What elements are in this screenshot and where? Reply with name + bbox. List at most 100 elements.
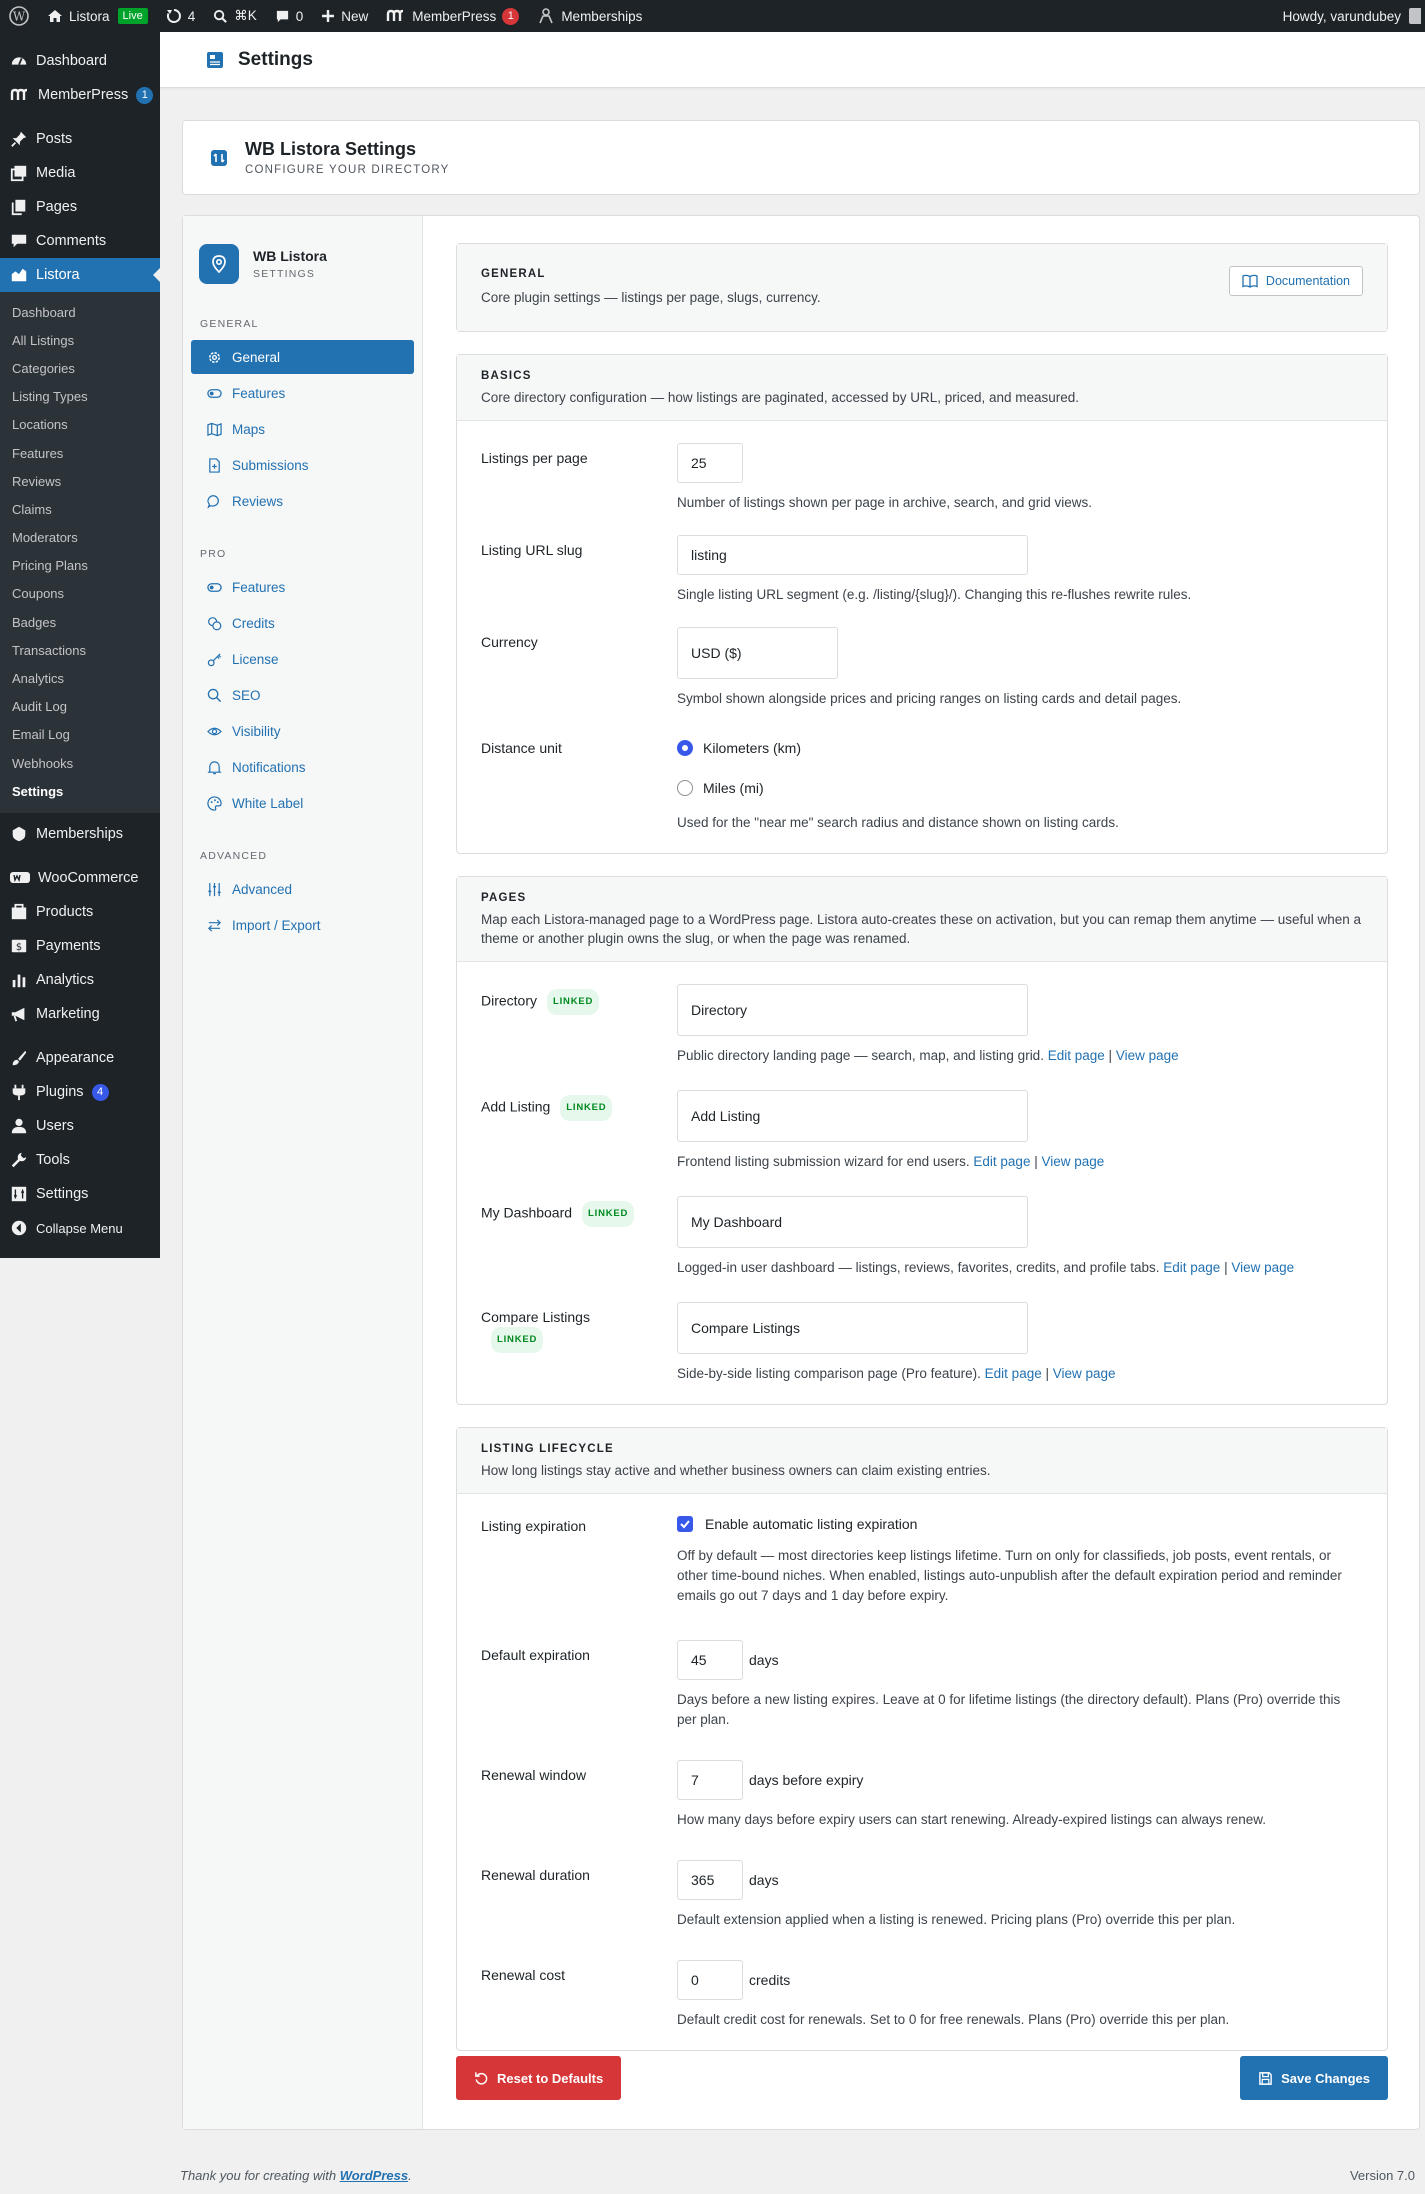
menu-item-tools[interactable]: Tools — [0, 1143, 160, 1177]
edit-page-link[interactable]: Edit page — [973, 1154, 1030, 1169]
url-slug-input[interactable]: listing — [677, 535, 1028, 575]
renewal-window-input[interactable]: 7 — [677, 1760, 743, 1800]
expiration-checkbox[interactable] — [677, 1516, 693, 1532]
expiration-checkbox-row[interactable]: Enable automatic listing expiration — [677, 1516, 1363, 1532]
submenu-pricing-plans[interactable]: Pricing Plans — [0, 552, 160, 580]
view-page-link[interactable]: View page — [1053, 1366, 1116, 1381]
menu-item-media[interactable]: Media — [0, 156, 160, 190]
renewal-window-help: How many days before expiry users can st… — [677, 1812, 1267, 1827]
menu-item-pages[interactable]: Pages — [0, 190, 160, 224]
menu-item-comments[interactable]: Comments — [0, 224, 160, 258]
menu-item-products[interactable]: Products — [0, 895, 160, 929]
edit-page-link[interactable]: Edit page — [1048, 1048, 1105, 1063]
submenu-dashboard[interactable]: Dashboard — [0, 298, 160, 326]
site-name-link[interactable]: Listora Live — [38, 0, 157, 32]
menu-item-settings[interactable]: Settings — [0, 1177, 160, 1211]
menu-item-posts[interactable]: Posts — [0, 122, 160, 156]
submenu-settings[interactable]: Settings — [0, 777, 160, 805]
my-account-link[interactable]: Howdy, varundubey — [1283, 0, 1425, 32]
footer-version: Version 7.0 — [1349, 2168, 1415, 2183]
updates-count: 4 — [187, 8, 196, 24]
nav-item-reviews[interactable]: Reviews — [191, 484, 414, 518]
nav-item-seo[interactable]: SEO — [191, 678, 414, 712]
menu-item-memberships[interactable]: Memberships — [0, 817, 160, 851]
wordpress-logo-icon[interactable]: W — [0, 0, 38, 32]
view-page-link[interactable]: View page — [1231, 1260, 1294, 1275]
memberships-icon — [539, 8, 554, 24]
nav-group-general: GENERAL — [200, 318, 259, 330]
nav-item-pro-features[interactable]: Features — [191, 570, 414, 604]
default-expiration-input[interactable]: 45 — [677, 1640, 743, 1680]
submenu-moderators[interactable]: Moderators — [0, 524, 160, 552]
listings-per-page-input[interactable]: 25 — [677, 443, 743, 483]
nav-item-notifications[interactable]: Notifications — [191, 750, 414, 784]
radio-button-km[interactable] — [677, 740, 693, 756]
submenu-reviews[interactable]: Reviews — [0, 467, 160, 495]
new-content-link[interactable]: New — [312, 0, 377, 32]
submenu-listing-types[interactable]: Listing Types — [0, 383, 160, 411]
page-select-directory[interactable]: Directory — [677, 984, 1028, 1036]
memberpress-link[interactable]: MemberPress 1 — [377, 0, 528, 32]
memberships-icon — [12, 827, 26, 842]
radio-kilometers[interactable]: Kilometers (km) — [677, 735, 1363, 761]
radio-miles[interactable]: Miles (mi) — [677, 775, 1363, 801]
wordpress-link[interactable]: WordPress — [340, 2168, 408, 2183]
reset-defaults-button[interactable]: Reset to Defaults — [456, 2056, 622, 2100]
nav-item-license[interactable]: License — [191, 642, 414, 676]
command-search-link[interactable]: ⌘K — [204, 0, 266, 32]
edit-page-link[interactable]: Edit page — [985, 1366, 1042, 1381]
menu-item-analytics[interactable]: Analytics — [0, 963, 160, 997]
view-page-link[interactable]: View page — [1116, 1048, 1179, 1063]
submenu-features[interactable]: Features — [0, 439, 160, 467]
submenu-all-listings[interactable]: All Listings — [0, 326, 160, 354]
menu-item-dashboard[interactable]: Dashboard — [0, 44, 160, 78]
menu-item-listora[interactable]: Listora — [0, 258, 160, 292]
row-distance-unit: Distance unit Kilometers (km) Miles (mi)… — [481, 733, 1363, 833]
woocommerce-icon — [10, 872, 30, 884]
updates-link[interactable]: 4 — [157, 0, 205, 32]
submenu-transactions[interactable]: Transactions — [0, 636, 160, 664]
nav-item-general[interactable]: General — [191, 340, 414, 374]
edit-page-link[interactable]: Edit page — [1163, 1260, 1220, 1275]
listora-icon — [11, 268, 27, 282]
documentation-button[interactable]: Documentation — [1228, 266, 1363, 296]
currency-select[interactable]: USD ($) — [677, 627, 838, 679]
submenu-badges[interactable]: Badges — [0, 608, 160, 636]
nav-item-advanced[interactable]: Advanced — [191, 872, 414, 906]
menu-item-memberpress[interactable]: MemberPress 1 — [0, 78, 160, 112]
nav-item-import-export[interactable]: Import / Export — [191, 908, 414, 942]
submenu-webhooks[interactable]: Webhooks — [0, 749, 160, 777]
submenu-email-log[interactable]: Email Log — [0, 721, 160, 749]
radio-button-mi[interactable] — [677, 780, 693, 796]
comments-link[interactable]: 0 — [266, 0, 313, 32]
submenu-locations[interactable]: Locations — [0, 411, 160, 439]
menu-item-payments[interactable]: $ Payments — [0, 929, 160, 963]
submenu-claims[interactable]: Claims — [0, 495, 160, 523]
menu-item-marketing[interactable]: Marketing — [0, 997, 160, 1031]
renewal-duration-input[interactable]: 365 — [677, 1860, 743, 1900]
menu-item-users[interactable]: Users — [0, 1109, 160, 1143]
page-select-my-dashboard[interactable]: My Dashboard — [677, 1196, 1028, 1248]
nav-item-white-label[interactable]: White Label — [191, 786, 414, 820]
submenu-analytics[interactable]: Analytics — [0, 664, 160, 692]
nav-item-features[interactable]: Features — [191, 376, 414, 410]
view-page-link[interactable]: View page — [1042, 1154, 1105, 1169]
submenu-categories[interactable]: Categories — [0, 354, 160, 382]
nav-item-credits[interactable]: Credits — [191, 606, 414, 640]
nav-item-maps[interactable]: Maps — [191, 412, 414, 446]
page-select-add-listing[interactable]: Add Listing — [677, 1090, 1028, 1142]
submenu-coupons[interactable]: Coupons — [0, 580, 160, 608]
menu-item-plugins[interactable]: Plugins 4 — [0, 1075, 160, 1109]
menu-item-woocommerce[interactable]: WooCommerce — [0, 861, 160, 895]
linked-badge: LINKED — [560, 1095, 613, 1121]
nav-item-submissions[interactable]: Submissions — [191, 448, 414, 482]
submenu-audit-log[interactable]: Audit Log — [0, 693, 160, 721]
page-select-compare-listings[interactable]: Compare Listings — [677, 1302, 1028, 1354]
renewal-cost-input[interactable]: 0 — [677, 1960, 743, 2000]
document-icon — [209, 457, 220, 473]
nav-item-visibility[interactable]: Visibility — [191, 714, 414, 748]
collapse-menu-button[interactable]: Collapse Menu — [0, 1211, 160, 1245]
menu-item-appearance[interactable]: Appearance — [0, 1041, 160, 1075]
memberships-link[interactable]: Memberships — [528, 0, 651, 32]
save-changes-button[interactable]: Save Changes — [1240, 2056, 1388, 2100]
